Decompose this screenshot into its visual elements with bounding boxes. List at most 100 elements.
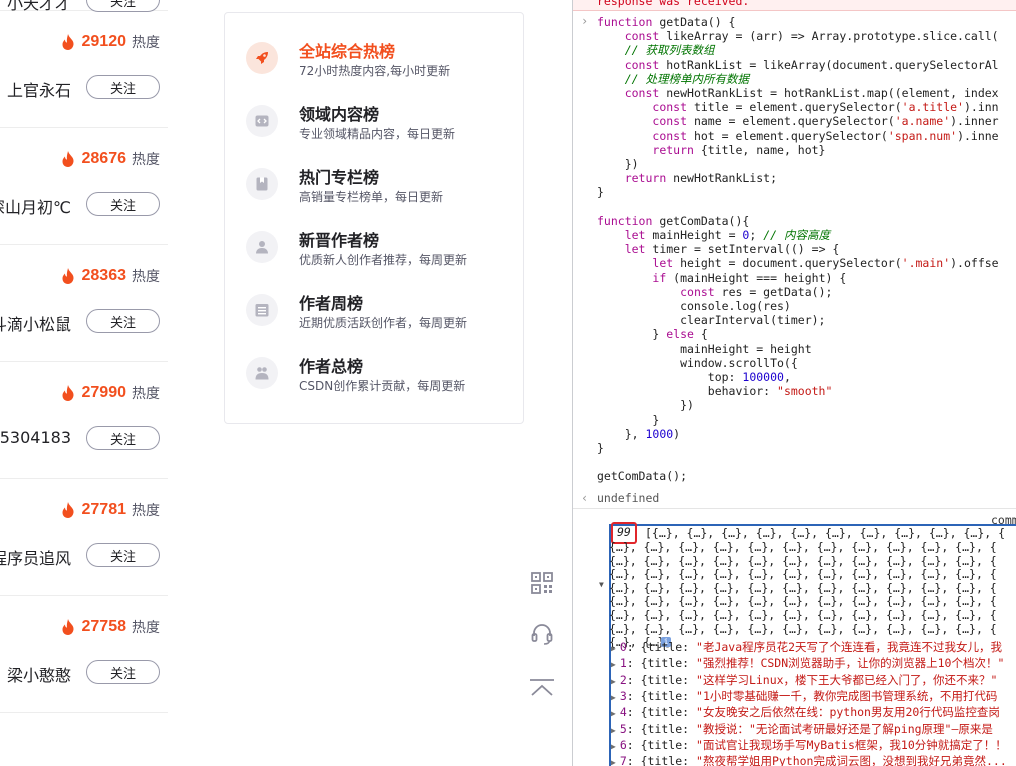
code-line: mainHeight = height xyxy=(597,341,812,356)
array-item[interactable]: ▶ 7: {title: "熬夜帮学姐用Python完成词云图，没想到我好兄弟竟然… xyxy=(611,754,1007,766)
array-preview-first[interactable]: [{…}, {…}, {…}, {…}, {…}, {…}, {…}, {…},… xyxy=(645,526,1005,540)
item-index: 2 xyxy=(619,672,627,687)
item-key: : {title: xyxy=(626,656,697,671)
flame-icon xyxy=(62,34,74,50)
array-item[interactable]: ▶ 3: {title: "1小时零基础赚一千，教你完成图书管理系统，不用打代码 xyxy=(611,689,997,705)
hot-unit-label: 热度 xyxy=(132,503,160,519)
code-line: console.log(res) xyxy=(597,299,791,313)
qrcode-icon xyxy=(531,572,553,594)
array-preview-row: {…}, {…}, {…}, {…}, {…}, {…}, {…}, {…}, … xyxy=(609,594,997,609)
code-line: } xyxy=(597,412,660,427)
hot-score: 27781 热度 xyxy=(61,500,160,520)
item-key: : {title: xyxy=(626,672,697,687)
item-title-value: "这样学习Linux，楼下王大爷都已经入门了，你还不来？" xyxy=(696,672,998,687)
follow-button[interactable]: 关注 xyxy=(86,543,160,567)
expand-triangle-icon[interactable]: ▶ xyxy=(611,709,616,718)
rank-category-1[interactable]: 全站综合热榜 72小时热度内容,每小时更新 xyxy=(246,38,516,88)
code-line: const name = element.querySelector('a.na… xyxy=(652,114,999,129)
code-line: } xyxy=(597,185,604,200)
array-item[interactable]: ▶ 2: {title: "这样学习Linux，楼下王大爷都已经入门了，你还不来？… xyxy=(611,673,997,689)
follow-button[interactable]: 关注 xyxy=(86,192,160,216)
expand-triangle-icon[interactable]: ▶ xyxy=(611,677,616,686)
follow-button[interactable]: 关注 xyxy=(86,660,160,684)
array-item[interactable]: ▶ 6: {title: "面试官让我现场手写MyBatis框架，我10分钟就搞定… xyxy=(611,738,1007,754)
code-line: window.scrollTo({ xyxy=(597,355,798,370)
array-item[interactable]: ▶ 5: {title: "教授说："无论面试考研最好还是了解ping原理"—原来… xyxy=(611,722,993,738)
calendar-icon xyxy=(246,294,278,326)
hot-score: 27990 热度 xyxy=(61,383,160,403)
code-line: if (mainHeight === height) { xyxy=(652,270,847,285)
hot-value: 27781 xyxy=(81,501,127,518)
code-line: return newHotRankList; xyxy=(624,171,778,186)
expand-triangle-icon[interactable]: ▶ xyxy=(611,726,616,735)
console-error-row: response was received. xyxy=(573,0,1016,11)
code-line: }) xyxy=(597,398,694,413)
code-line: return {title, name, hot} xyxy=(652,142,826,157)
code-line: } else { xyxy=(597,327,708,342)
hot-unit-label: 热度 xyxy=(132,620,160,636)
headset-icon xyxy=(531,624,553,645)
array-preview-row: {…}, {…}, {…}, {…}, {…}, {…}, {…}, {…}, … xyxy=(609,540,997,554)
expand-triangle-icon[interactable]: ▶ xyxy=(611,742,616,751)
rank-category-6[interactable]: 作者总榜 CSDN创作累计贡献，每周更新 xyxy=(246,353,516,403)
flame-icon xyxy=(62,268,74,284)
hot-value: 28363 xyxy=(81,267,127,284)
rank-category-3[interactable]: 热门专栏榜 高销量专栏榜单，每日更新 xyxy=(246,164,516,214)
back-to-top-button[interactable] xyxy=(520,666,564,710)
array-preview-row: {…}, {…}, {…}, {…}, {…}, {…}, {…}, {…}, … xyxy=(609,567,997,582)
array-item[interactable]: ▶ 0: {title: "老Java程序员花2天写了个连连看，我竟连不过我女儿，… xyxy=(611,640,1002,656)
code-line: // 获取列表数组 xyxy=(624,43,715,58)
rank-category-2[interactable]: 领域内容榜专业领域精品内容，每日更新 xyxy=(246,101,516,151)
hot-score: 28676 热度 xyxy=(61,149,160,169)
item-key: : {title: xyxy=(626,754,697,766)
code-line: const title = element.querySelector('a.t… xyxy=(652,100,999,115)
collapse-triangle-icon[interactable]: ▼ xyxy=(599,578,604,592)
item-title-value: "1小时零基础赚一千，教你完成图书管理系统，不用打代码 xyxy=(696,688,998,703)
rank-category-5[interactable]: 作者周榜 近期优质活跃创作者，每周更新 xyxy=(246,290,516,340)
author-name[interactable]: 斗滴小松鼠 xyxy=(0,311,71,335)
array-preview-row: {…}, {…}, {…}, {…}, {…}, {…}, {…}, {…}, … xyxy=(609,553,997,568)
qrcode-button[interactable] xyxy=(520,561,564,605)
author-name[interactable]: 深山月初℃ xyxy=(0,194,71,218)
item-title-value: "老Java程序员花2天写了个连连看，我竟连不过我女儿，我 xyxy=(696,640,1003,654)
category-desc: 72小时热度内容,每小时更新 xyxy=(299,64,451,78)
array-item[interactable]: ▶ 1: {title: "强烈推荐！CSDN浏览器助手，让你的浏览器上10个档次… xyxy=(611,656,1004,672)
category-desc: CSDN创作累计贡献，每周更新 xyxy=(299,379,466,393)
rank-category-card: 全站综合热榜 72小时热度内容,每小时更新领域内容榜专业领域精品内容，每日更新热门… xyxy=(224,12,524,424)
code-line: const likeArray = (arr) => Array.prototy… xyxy=(624,29,999,44)
hot-score: 29120 热度 xyxy=(61,32,160,52)
item-title-value: "面试官让我现场手写MyBatis框架，我10分钟就搞定了！！ xyxy=(696,737,1007,752)
rank-category-4[interactable]: 新晋作者榜 优质新人创作者推荐，每周更新 xyxy=(246,227,516,277)
rank-item: 28363 热度斗滴小松鼠关注 xyxy=(0,245,168,362)
rank-item: 小天才才 关注 xyxy=(0,0,168,13)
rank-item: 28676 热度深山月初℃ 关注 xyxy=(0,128,168,245)
expand-triangle-icon[interactable]: ▶ xyxy=(611,660,616,669)
follow-button[interactable]: 关注 xyxy=(86,426,160,450)
expand-triangle-icon[interactable]: ▶ xyxy=(611,693,616,702)
hot-value: 29120 xyxy=(81,33,127,50)
code-line: top: 100000, xyxy=(597,370,791,384)
code-line: getComData(); xyxy=(597,469,688,484)
expand-triangle-icon[interactable]: ▶ xyxy=(611,758,616,766)
item-index: 6 xyxy=(619,737,627,752)
customer-service-button[interactable] xyxy=(520,612,564,656)
author-name[interactable]: 梁小憨憨 xyxy=(7,662,71,686)
rank-item: 27990 热度 75304183 关注 xyxy=(0,362,168,479)
category-desc: 专业领域精品内容，每日更新 xyxy=(299,127,456,141)
category-desc: 近期优质活跃创作者，每周更新 xyxy=(299,316,468,330)
item-title-value: "女友晚安之后依然在线：python男友用20行代码监控查岗 xyxy=(696,705,1000,720)
follow-button[interactable]: 关注 xyxy=(86,309,160,333)
array-item[interactable]: ▶ 4: {title: "女友晚安之后依然在线：python男友用20行代码监控… xyxy=(611,705,1000,721)
expand-triangle-icon[interactable]: ▶ xyxy=(611,644,616,653)
follow-button[interactable]: 关注 xyxy=(86,75,160,99)
category-desc: 高销量专栏榜单，每日更新 xyxy=(299,190,444,204)
category-title: 领域内容榜 xyxy=(299,105,380,124)
team-icon xyxy=(246,357,278,389)
code-line: behavior: "smooth" xyxy=(597,384,833,399)
flame-icon xyxy=(62,151,74,167)
item-key: : {title: xyxy=(626,688,697,703)
hot-unit-label: 热度 xyxy=(132,35,160,51)
author-name[interactable]: 75304183 xyxy=(0,428,71,447)
author-name[interactable]: 上官永石 xyxy=(7,77,71,101)
author-name[interactable]: 程序员追风 xyxy=(0,545,71,569)
